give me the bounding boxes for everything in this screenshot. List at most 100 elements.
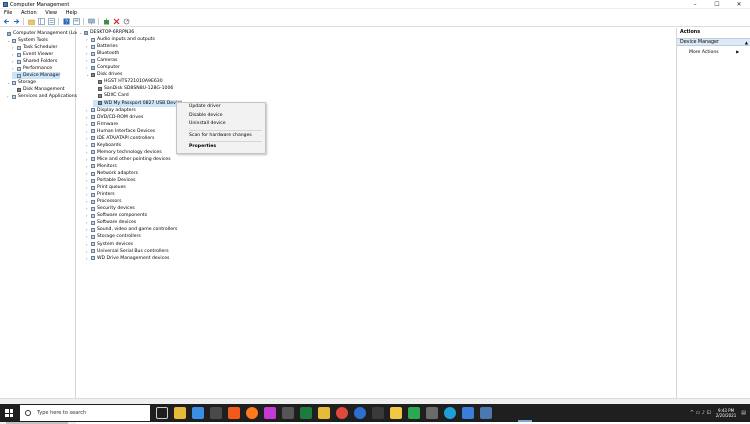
app-icon[interactable] [372, 407, 384, 419]
expand-chevron-icon[interactable]: › [86, 191, 90, 198]
app-icon[interactable] [426, 407, 438, 419]
expand-chevron-icon[interactable]: › [86, 255, 90, 262]
app-icon[interactable] [282, 407, 294, 419]
expand-chevron-icon[interactable]: › [12, 58, 16, 65]
menu-file[interactable]: File [1, 9, 15, 17]
expand-chevron-icon[interactable]: › [86, 163, 90, 170]
menu-view[interactable]: View [42, 9, 60, 17]
app-icon[interactable] [264, 407, 276, 419]
expand-chevron-icon[interactable]: › [86, 36, 90, 43]
expand-chevron-icon[interactable]: › [86, 135, 90, 142]
tree-item[interactable]: ⌄ Storage [7, 79, 36, 86]
tree-item[interactable]: › Audio inputs and outputs [86, 36, 155, 43]
tree-item[interactable]: › Task Scheduler [12, 44, 57, 51]
update-driver-icon[interactable] [102, 18, 110, 26]
tree-item[interactable]: ⌄ Disk drives [86, 71, 122, 78]
file-explorer-icon[interactable] [174, 407, 186, 419]
tree-item[interactable]: › Bluetooth [86, 50, 119, 57]
computer-management-task-icon[interactable] [480, 407, 492, 419]
chrome-icon[interactable] [336, 407, 348, 419]
tree-item[interactable]: › WD Drive Management devices [86, 255, 169, 262]
task-view-icon[interactable] [156, 407, 168, 419]
tree-item[interactable]: › Shared Folders [12, 58, 57, 65]
menu-help[interactable]: Help [63, 9, 80, 17]
collapse-chevron-icon[interactable]: ⌄ [7, 37, 11, 44]
edge-icon[interactable] [444, 407, 456, 419]
minimize-button[interactable]: – [684, 0, 706, 9]
expand-chevron-icon[interactable]: › [86, 205, 90, 212]
tree-item[interactable]: › Printers [86, 191, 115, 198]
notifications-icon[interactable]: ▤ [741, 410, 746, 416]
tree-item[interactable]: › Monitors [86, 163, 117, 170]
app-icon[interactable] [354, 407, 366, 419]
tree-item[interactable]: Disk Management [12, 86, 65, 93]
tree-item[interactable]: › Human Interface Devices [86, 128, 155, 135]
menu-item-scan-hardware[interactable]: Scan for hardware changes [177, 132, 265, 141]
tree-item[interactable]: › Storage controllers [86, 233, 141, 240]
tree-item[interactable]: › Print queues [86, 184, 126, 191]
close-button[interactable]: ✕ [728, 0, 750, 9]
app-icon[interactable] [390, 407, 402, 419]
tree-item[interactable]: Device Manager [12, 72, 61, 79]
expand-chevron-icon[interactable]: › [86, 248, 90, 255]
expand-chevron-icon[interactable]: › [86, 198, 90, 205]
app-icon[interactable] [318, 407, 330, 419]
monitor-icon[interactable] [87, 18, 95, 26]
brave-browser-icon[interactable] [228, 407, 240, 419]
uninstall-icon[interactable] [112, 18, 120, 26]
expand-chevron-icon[interactable]: › [86, 57, 90, 64]
tree-item[interactable]: › Mice and other pointing devices [86, 156, 171, 163]
tree-item[interactable]: › DVD/CD-ROM drives [86, 114, 143, 121]
properties-icon[interactable] [47, 18, 55, 26]
expand-chevron-icon[interactable]: › [12, 44, 16, 51]
expand-chevron-icon[interactable]: › [86, 121, 90, 128]
expand-chevron-icon[interactable]: › [86, 149, 90, 156]
expand-chevron-icon[interactable]: › [86, 107, 90, 114]
menu-item-disable-device[interactable]: Disable device [177, 112, 265, 121]
app-icon[interactable] [210, 407, 222, 419]
more-actions-link[interactable]: More Actions ▶ [689, 48, 739, 56]
tree-item[interactable]: › Security devices [86, 205, 135, 212]
tree-item[interactable]: HGST HTS721010A9E630 [93, 78, 163, 85]
tree-item[interactable]: › Firmware [86, 121, 118, 128]
help-icon[interactable]: ? [62, 18, 70, 26]
tree-item[interactable]: SanDisk SD8SN8U-128G-1006 [93, 85, 173, 92]
tree-item[interactable]: › Sound, video and game controllers [86, 226, 177, 233]
tree-item[interactable]: SDXC Card [93, 92, 129, 99]
up-folder-icon[interactable] [27, 18, 35, 26]
tree-item[interactable]: › Universal Serial Bus controllers [86, 248, 169, 255]
tree-item[interactable]: › Computer [86, 64, 120, 71]
tree-item[interactable]: › Performance [12, 65, 52, 72]
show-hide-tree-icon[interactable] [37, 18, 45, 26]
tree-item[interactable]: › Event Viewer [12, 51, 53, 58]
expand-chevron-icon[interactable]: › [12, 51, 16, 58]
collapse-chevron-icon[interactable]: ⌄ [7, 79, 11, 86]
expand-chevron-icon[interactable]: › [86, 177, 90, 184]
tree-item[interactable]: › Services and Applications [7, 93, 77, 100]
menu-item-uninstall-device[interactable]: Uninstall device [177, 120, 265, 129]
back-icon[interactable] [2, 18, 10, 26]
app-icon[interactable] [462, 407, 474, 419]
expand-chevron-icon[interactable]: › [86, 226, 90, 233]
firefox-icon[interactable] [246, 407, 258, 419]
expand-chevron-icon[interactable]: › [86, 219, 90, 226]
expand-chevron-icon[interactable]: › [86, 43, 90, 50]
tree-item[interactable]: › Portable Devices [86, 177, 136, 184]
tree-item[interactable]: › Cameras [86, 57, 117, 64]
menu-item-update-driver[interactable]: Update driver [177, 103, 265, 112]
tree-item[interactable]: › Processors [86, 198, 122, 205]
tree-item[interactable]: › System devices [86, 241, 133, 248]
forward-icon[interactable] [12, 18, 20, 26]
tray-icons[interactable]: ^ ▭ ♪ ⊡ [690, 410, 711, 416]
app-icon[interactable] [300, 407, 312, 419]
collapse-chevron-icon[interactable]: ⌄ [86, 71, 90, 78]
clock[interactable]: 9:43 PM 2/20/2021 [716, 408, 737, 418]
tree-item[interactable]: › Software devices [86, 219, 136, 226]
menu-item-properties[interactable]: Properties [177, 143, 265, 152]
expand-chevron-icon[interactable]: › [86, 64, 90, 71]
tree-item[interactable]: › Keyboards [86, 142, 121, 149]
taskbar-search-box[interactable]: Type here to search [20, 405, 150, 421]
windows-start-icon[interactable] [5, 409, 13, 417]
maximize-button[interactable]: ☐ [706, 0, 728, 9]
tree-item[interactable]: › IDE ATA/ATAPI controllers [86, 135, 154, 142]
